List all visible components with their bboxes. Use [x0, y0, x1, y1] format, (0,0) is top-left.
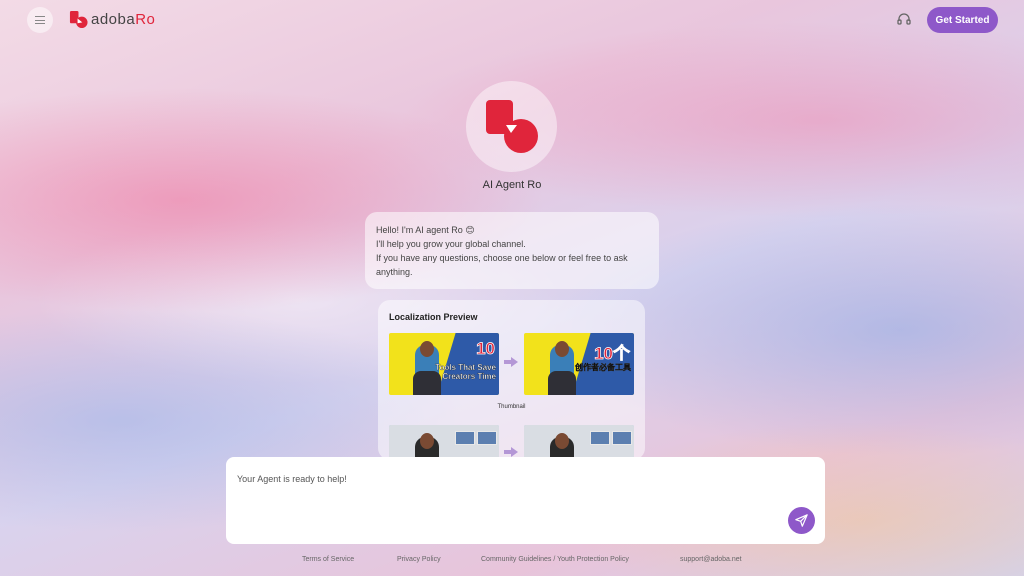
logo-text: adobaRo [91, 11, 156, 28]
terms-link[interactable]: Terms of Service [302, 556, 354, 563]
thumbnail-label: Thumbnail [497, 404, 526, 410]
footer: Terms of Service Privacy Policy Communit… [0, 556, 1024, 566]
thumbnail-caption: 创作者必备工具 [575, 363, 631, 372]
greeting-line: If you have any questions, choose one be… [376, 253, 628, 277]
agent-name: AI Agent Ro [482, 179, 542, 191]
thumbnail-number: 10 [476, 339, 496, 359]
thumbnail-number: 10个 [594, 344, 631, 364]
thumbnail-caption: Tools That Save Creators Time [435, 363, 496, 381]
original-video-frame[interactable] [389, 425, 499, 460]
privacy-link[interactable]: Privacy Policy [397, 556, 441, 563]
creator-image [411, 433, 443, 460]
greeting-message: Hello! I'm AI agent Ro 😊 I'll help you g… [365, 212, 659, 289]
menu-button[interactable] [27, 7, 53, 33]
greeting-line: Hello! I'm AI agent Ro 😊 [376, 225, 475, 235]
arrow-right-icon [504, 357, 518, 367]
original-thumbnail[interactable]: 10 Tools That Save Creators Time [389, 333, 499, 395]
send-button[interactable] [788, 507, 815, 534]
agent-avatar [466, 81, 557, 172]
preview-title: Localization Preview [389, 312, 478, 322]
agent-logo-icon [485, 99, 538, 153]
send-icon [795, 514, 808, 527]
headset-icon[interactable] [896, 11, 912, 27]
chat-composer [226, 457, 825, 544]
localization-preview-card[interactable]: Localization Preview 10 Tools That Save … [378, 300, 645, 460]
creator-image [546, 433, 578, 460]
greeting-line: I'll help you grow your global channel. [376, 239, 526, 249]
top-bar: adobaRo Get Started [0, 0, 1024, 42]
logo[interactable]: adobaRo [69, 10, 155, 29]
get-started-button[interactable]: Get Started [927, 7, 998, 33]
chat-input[interactable] [237, 469, 777, 489]
logo-mark-icon [69, 10, 88, 29]
community-guidelines-link[interactable]: Community Guidelines / Youth Protection … [481, 556, 629, 563]
hamburger-icon [35, 16, 45, 24]
arrow-right-icon [504, 447, 518, 457]
localized-video-frame[interactable] [524, 425, 634, 460]
support-email-link[interactable]: support@adoba.net [680, 556, 742, 563]
localized-thumbnail[interactable]: 10个 创作者必备工具 [524, 333, 634, 395]
